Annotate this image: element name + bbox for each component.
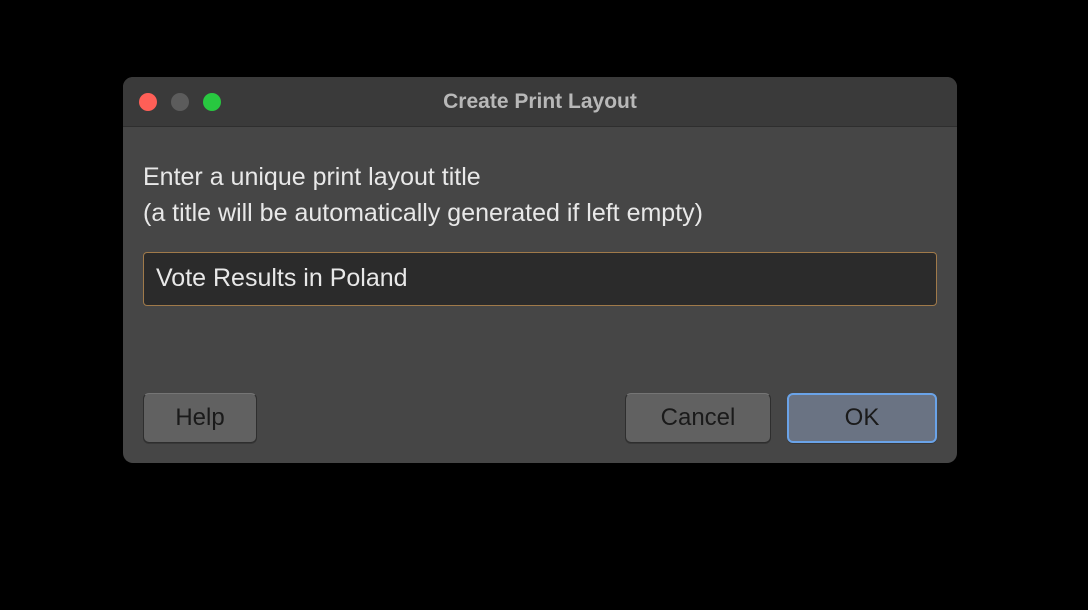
cancel-button[interactable]: Cancel	[625, 393, 771, 443]
prompt-text: Enter a unique print layout title (a tit…	[143, 159, 937, 232]
dialog-title: Create Print Layout	[443, 90, 637, 114]
cancel-button-label: Cancel	[661, 404, 736, 432]
window-controls	[139, 93, 221, 111]
minimize-window-button	[171, 93, 189, 111]
prompt-line-2: (a title will be automatically generated…	[143, 199, 703, 227]
ok-button[interactable]: OK	[787, 393, 937, 443]
prompt-line-1: Enter a unique print layout title	[143, 163, 481, 191]
titlebar: Create Print Layout	[123, 77, 957, 127]
create-print-layout-dialog: Create Print Layout Enter a unique print…	[123, 77, 957, 463]
maximize-window-button[interactable]	[203, 93, 221, 111]
help-button-label: Help	[175, 404, 224, 432]
help-button[interactable]: Help	[143, 393, 257, 443]
dialog-content: Enter a unique print layout title (a tit…	[123, 127, 957, 463]
close-window-button[interactable]	[139, 93, 157, 111]
layout-title-input[interactable]	[143, 252, 937, 306]
button-row: Help Cancel OK	[143, 373, 937, 443]
ok-button-label: OK	[845, 404, 880, 432]
